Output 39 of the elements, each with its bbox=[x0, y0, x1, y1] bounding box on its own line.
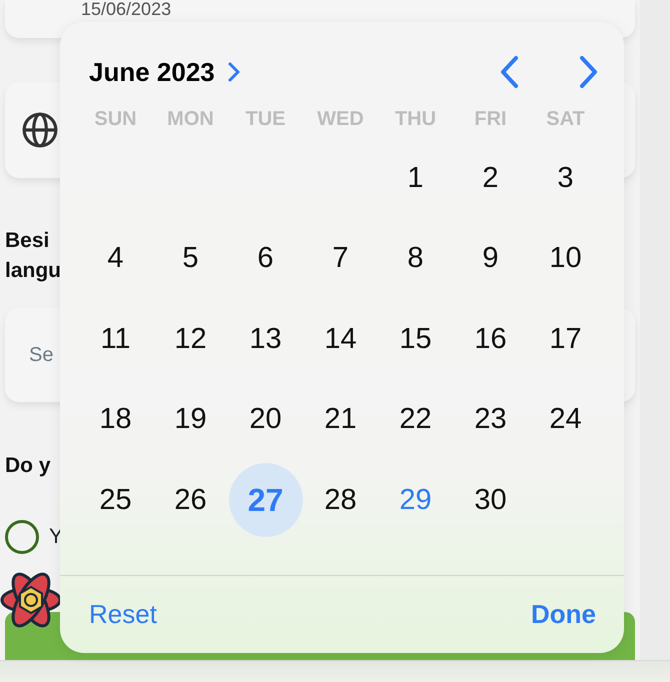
day-cell[interactable]: 25 bbox=[78, 463, 152, 538]
question-text: Besi langu bbox=[5, 228, 60, 284]
day-cell[interactable]: 13 bbox=[228, 302, 302, 376]
reset-button[interactable]: Reset bbox=[89, 595, 157, 634]
day-cell[interactable]: 12 bbox=[154, 302, 228, 376]
day-cell[interactable]: 17 bbox=[528, 302, 602, 376]
day-cell[interactable]: 1 bbox=[378, 141, 452, 216]
month-label[interactable]: June 2023 bbox=[89, 52, 215, 92]
day-cell[interactable]: 8 bbox=[378, 222, 452, 296]
globe-icon bbox=[21, 111, 59, 149]
day-cell[interactable]: 11 bbox=[78, 302, 152, 376]
day-cell[interactable]: 3 bbox=[528, 141, 602, 216]
day-cell[interactable]: 14 bbox=[304, 302, 378, 376]
day-cell[interactable]: 4 bbox=[78, 222, 152, 296]
day-cell[interactable]: 20 bbox=[228, 382, 302, 457]
day-cell[interactable]: 23 bbox=[454, 382, 528, 457]
day-cell[interactable]: 18 bbox=[78, 382, 152, 457]
day-cell[interactable]: 24 bbox=[528, 382, 602, 457]
question-text: Do y bbox=[5, 453, 52, 479]
next-month-icon[interactable] bbox=[578, 55, 600, 89]
previous-month-icon[interactable] bbox=[498, 55, 520, 89]
day-cell[interactable]: 19 bbox=[154, 382, 228, 457]
day-cell[interactable]: 21 bbox=[304, 382, 378, 457]
day-cell[interactable]: 6 bbox=[228, 222, 302, 296]
chevron-right-icon[interactable] bbox=[226, 61, 241, 83]
day-cell[interactable]: 5 bbox=[154, 222, 228, 296]
day-cell[interactable]: 22 bbox=[378, 382, 452, 457]
done-button[interactable]: Done bbox=[531, 595, 596, 634]
day-cell[interactable]: 29 bbox=[378, 463, 452, 538]
day-cell[interactable]: 2 bbox=[454, 141, 528, 216]
day-cell[interactable]: 16 bbox=[454, 302, 528, 376]
day-cell[interactable]: 26 bbox=[154, 463, 228, 538]
day-cell[interactable]: 28 bbox=[304, 463, 378, 538]
day-cell[interactable]: 30 bbox=[454, 463, 528, 538]
day-cell[interactable]: 7 bbox=[304, 222, 378, 296]
radio-button[interactable] bbox=[5, 520, 39, 554]
day-cell[interactable]: 15 bbox=[378, 302, 452, 376]
day-cell[interactable]: 9 bbox=[454, 222, 528, 296]
day-cell[interactable]: 10 bbox=[528, 222, 602, 296]
